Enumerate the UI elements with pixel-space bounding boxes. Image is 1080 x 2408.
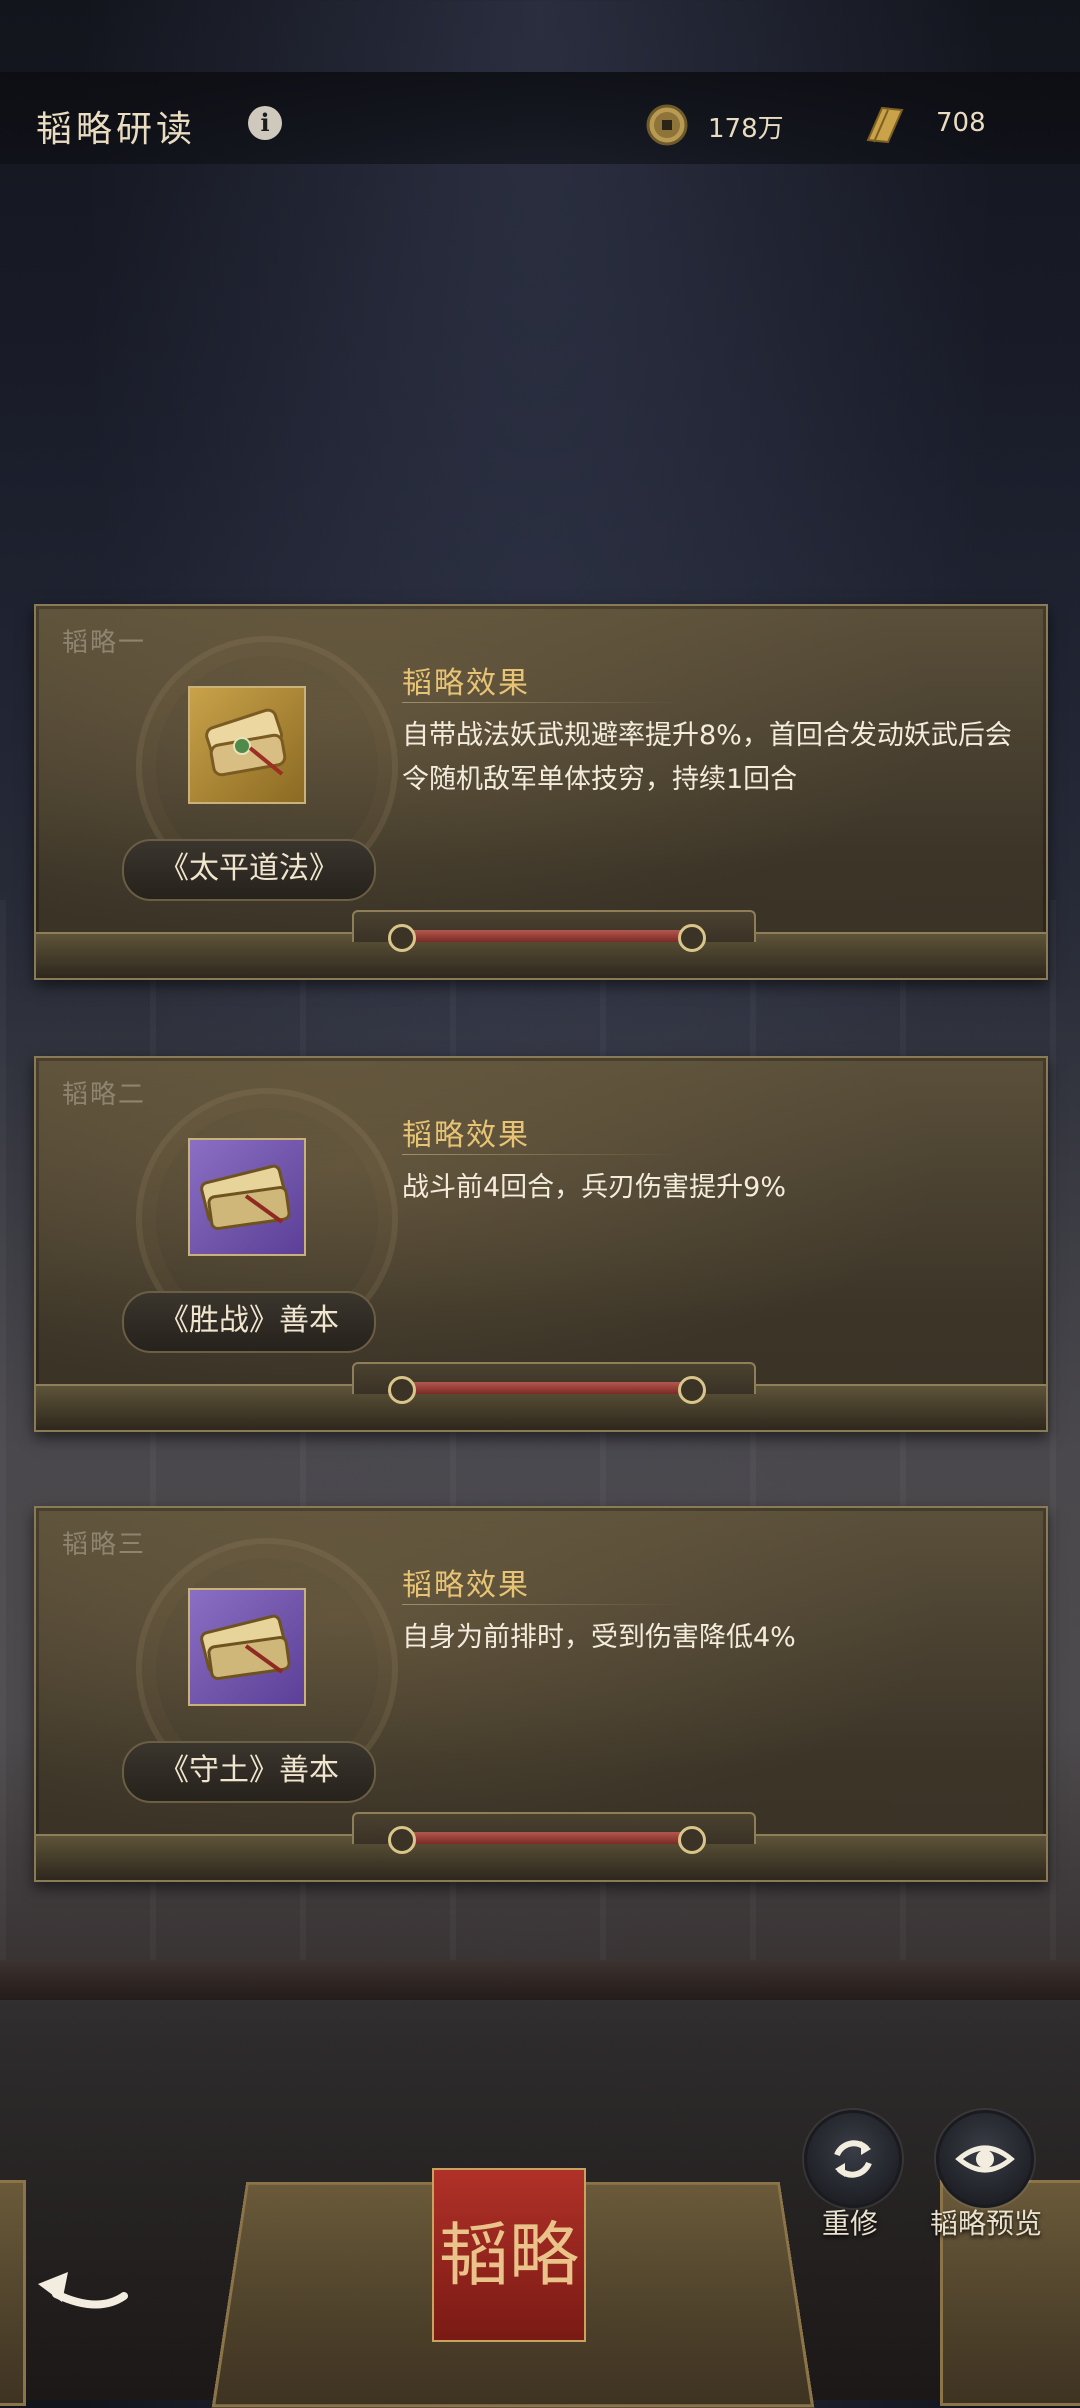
info-icon[interactable]: i [248,106,282,140]
card-tag: 韬略二 [62,1080,147,1110]
divider [402,1604,682,1605]
book-name-plate: 《胜战》善本 [122,1291,376,1353]
divider [402,702,682,703]
eye-icon [955,2145,1015,2173]
red-strap [388,1826,706,1854]
retrain-button[interactable] [804,2110,902,2208]
effect-description: 自身为前排时，受到伤害降低4% [402,1622,796,1653]
page-title: 韬略研读 [36,109,197,150]
refresh-icon [834,2140,872,2178]
preview-label: 韬略预览 [929,2207,1042,2240]
card-tag: 韬略一 [62,628,147,658]
book-name-plate: 《守土》善本 [122,1741,376,1803]
purple-book-icon[interactable] [188,1138,306,1256]
preview-button[interactable] [936,2110,1034,2208]
effect-description: 自带战法妖武规避率提升8%，首回合发动妖武后会令随机敌军单体技穷，持续1回合 [402,720,1012,795]
background-book-left [0,2180,26,2406]
red-strap [388,1376,706,1404]
coin-icon [646,104,688,146]
coin-count: 178万 [708,114,784,144]
effect-title: 韬略效果 [402,666,530,701]
gold-book-icon[interactable] [188,686,306,804]
book-seal: 韬略 [432,2168,586,2342]
back-arrow-icon[interactable] [28,2250,132,2320]
effect-description: 战斗前4回合，兵刃伤害提升9% [402,1172,787,1203]
effect-title: 韬略效果 [402,1118,530,1153]
red-strap [388,924,706,952]
book-name-plate: 《太平道法》 [122,839,376,901]
scroll-count: 708 [936,108,986,138]
scroll-currency-icon [866,106,904,144]
retrain-label: 重修 [821,2207,878,2240]
background-shelf [0,1960,1080,2000]
purple-book-icon[interactable] [188,1588,306,1706]
strategy-card-2[interactable]: 韬略二 《胜战》善本 韬略效果 战斗前4回合，兵刃伤害提升9% [34,1056,1048,1432]
card-tag: 韬略三 [62,1530,147,1560]
divider [402,1154,682,1155]
strategy-card-3[interactable]: 韬略三 《守土》善本 韬略效果 自身为前排时，受到伤害降低4% [34,1506,1048,1882]
strategy-card-1[interactable]: 韬略一 《太平道法》 韬略效果 自带战法妖武规避率提升8%，首回合发动妖武后会令… [34,604,1048,980]
effect-title: 韬略效果 [402,1568,530,1603]
